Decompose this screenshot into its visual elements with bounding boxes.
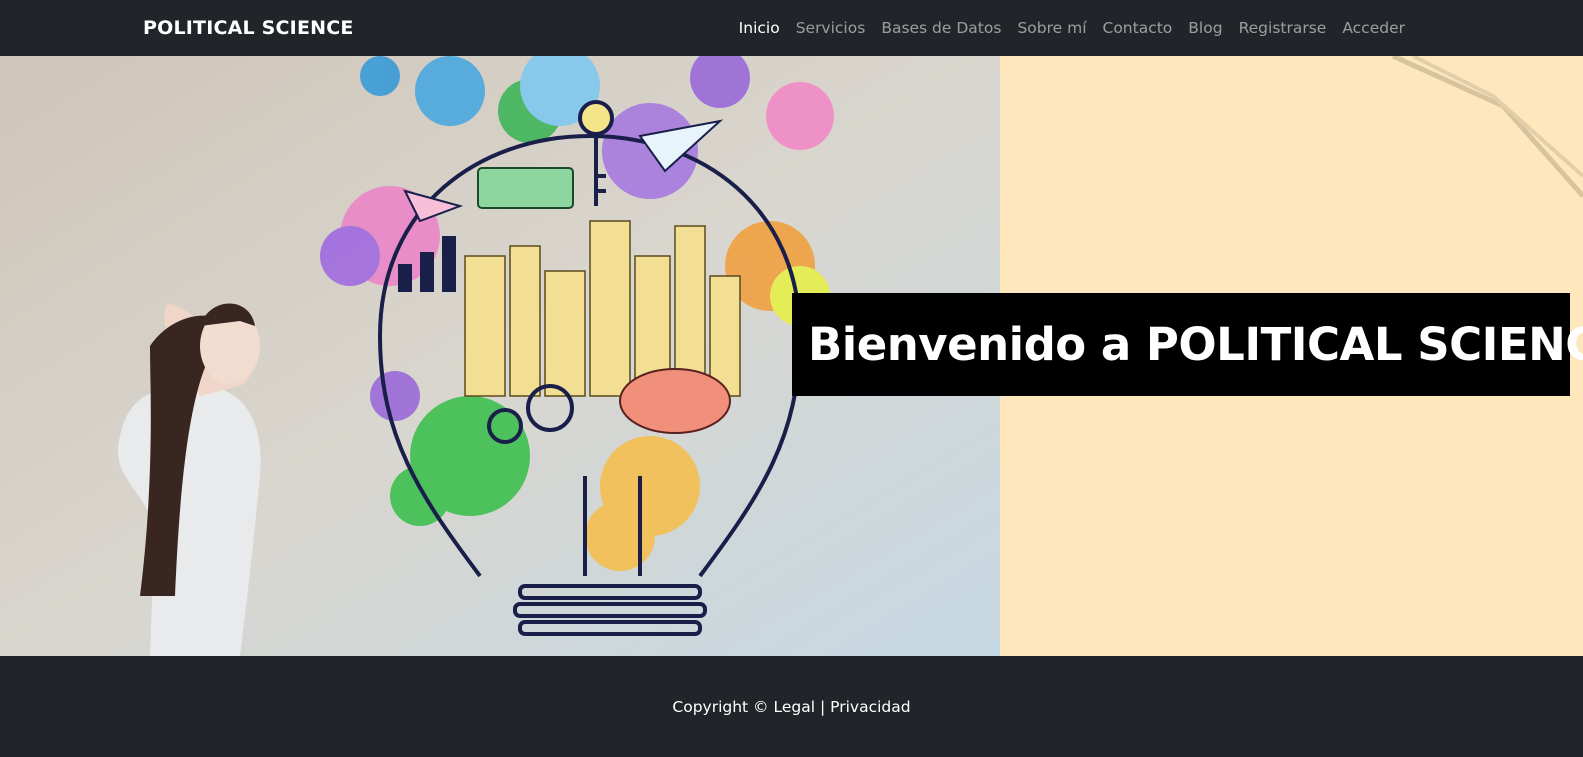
nav-link-registrarse[interactable]: Registrarse [1239,16,1327,40]
brand-logo[interactable]: POLITICAL SCIENCE [143,16,354,40]
money-icon [477,167,574,209]
copyright-text: Copyright © [672,697,769,716]
footer: Copyright © Legal | Privacidad [0,656,1583,757]
nav-link-inicio[interactable]: Inicio [739,16,780,40]
nav-link-blog[interactable]: Blog [1188,16,1222,40]
decorative-lines [1391,56,1583,198]
navbar: POLITICAL SCIENCE Inicio Servicios Bases… [0,0,1583,56]
brain-icon [619,368,731,434]
hero-title-box: Bienvenido a POLITICAL SCIENCE [792,293,1583,396]
hero-section: Bienvenido a POLITICAL SCIENCE [0,56,1583,656]
nav-link-acceder[interactable]: Acceder [1342,16,1405,40]
legal-link[interactable]: Legal [774,698,816,716]
privacy-link[interactable]: Privacidad [830,698,910,716]
nav-link-bases-de-datos[interactable]: Bases de Datos [881,16,1001,40]
hero-title: Bienvenido a POLITICAL SCIENCE [808,318,1583,371]
nav-links: Inicio Servicios Bases de Datos Sobre mí… [739,16,1405,40]
nav-link-contacto[interactable]: Contacto [1103,16,1173,40]
nav-link-sobre-mi[interactable]: Sobre mí [1017,16,1086,40]
nav-link-servicios[interactable]: Servicios [796,16,866,40]
footer-text: Copyright © Legal | Privacidad [672,697,910,717]
footer-separator: | [819,697,826,716]
